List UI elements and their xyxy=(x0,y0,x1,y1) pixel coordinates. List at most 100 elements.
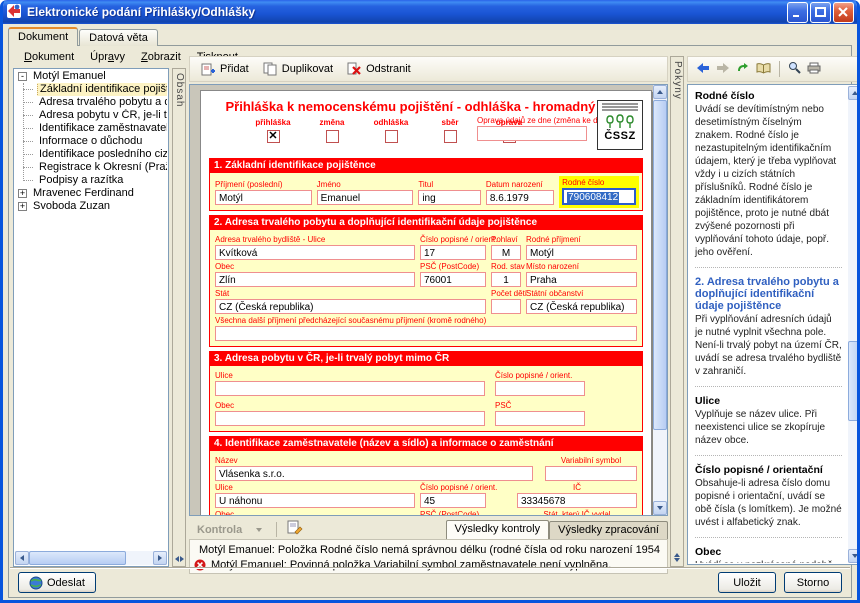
tab-vysledky-zpracovani[interactable]: Výsledky zpracování xyxy=(549,521,668,539)
s3-cp-input[interactable] xyxy=(495,381,585,396)
help-book-button[interactable] xyxy=(756,62,771,77)
scroll-down-button[interactable] xyxy=(848,549,860,563)
maximize-button[interactable] xyxy=(810,2,831,23)
save-button[interactable]: Uložit xyxy=(718,572,776,593)
checkbox-odhlaska[interactable] xyxy=(385,130,398,143)
checkbox-sber[interactable] xyxy=(444,130,457,143)
s2-obec-input[interactable]: Zlín xyxy=(215,272,415,287)
datum-narozeni-input[interactable]: 8.6.1979 xyxy=(486,190,554,205)
s3-ulice-input[interactable] xyxy=(215,381,485,396)
s4-ulice-input[interactable]: U náhonu xyxy=(215,493,415,508)
record-tree-panel: - Motýl Emanuel Základní identifikace po… xyxy=(13,68,169,567)
form-vertical-scrollbar[interactable] xyxy=(653,85,667,515)
pokyny-collapsed-panel[interactable]: Pokyny xyxy=(670,56,684,567)
jmeno-input[interactable]: Emanuel xyxy=(317,190,414,205)
cancel-button[interactable]: Storno xyxy=(784,572,842,593)
send-button[interactable]: Odeslat xyxy=(18,572,96,593)
help-toolbar xyxy=(687,56,860,82)
close-button[interactable] xyxy=(833,2,854,23)
form-page: Přihláška k nemocenskému pojištění - odh… xyxy=(200,90,652,516)
error-row[interactable]: Motýl Emanuel: Položka Rodné číslo nemá … xyxy=(194,542,663,557)
ic-input[interactable]: 33345678 xyxy=(517,493,637,508)
tab-datova-veta[interactable]: Datová věta xyxy=(79,29,158,46)
tree-root-motyl[interactable]: - Motýl Emanuel xyxy=(15,70,167,83)
tree-item-informace-o-duchodu[interactable]: Informace o důchodu xyxy=(15,135,167,148)
app-window: Elektronické podání Přihlášky/Odhlášky D… xyxy=(0,0,860,603)
print-button[interactable] xyxy=(807,62,821,77)
tree-item-podpisy-razitka[interactable]: Podpisy a razítka xyxy=(15,174,167,187)
refresh-button[interactable] xyxy=(736,62,750,77)
pocet-deti-input[interactable] xyxy=(491,299,521,314)
duplicate-icon xyxy=(263,62,278,76)
expand-icon[interactable]: + xyxy=(18,189,27,198)
section-2: 2. Adresa trvalého pobytu a doplňující i… xyxy=(209,215,643,347)
tree-root-svoboda[interactable]: + Svoboda Zuzan xyxy=(15,200,167,213)
s3-psc-input[interactable] xyxy=(495,411,585,426)
duplicate-record-button[interactable]: Duplikovat xyxy=(256,60,340,78)
edit-note-icon xyxy=(287,520,303,535)
checkbox-prihlaska[interactable]: ✕ xyxy=(267,130,280,143)
kontrola-dropdown[interactable]: Kontrola xyxy=(189,522,270,539)
tab-dokument[interactable]: Dokument xyxy=(8,27,78,46)
s2-stat-input[interactable]: CZ (Česká republika) xyxy=(215,299,486,314)
tree-item-identifikace-cizozemskeho[interactable]: Identifikace posledního cizozemského xyxy=(15,148,167,161)
back-button[interactable] xyxy=(696,62,710,77)
s2-psc-input[interactable]: 76001 xyxy=(420,272,486,287)
s3-obec-input[interactable] xyxy=(215,411,485,426)
form-type-row: přihláška✕ změna odhláška sběr oprava Op… xyxy=(209,116,643,154)
s2-cp-input[interactable]: 17 xyxy=(420,245,486,260)
rodne-cislo-input[interactable]: 790608412 xyxy=(562,188,636,205)
checkbox-zmena[interactable] xyxy=(326,130,339,143)
tree-item-adresa-pobytu[interactable]: Adresa pobytu v ČR, je-li trvalý pobyt xyxy=(15,109,167,122)
tree-item-adresa-trvaleho[interactable]: Adresa trvalého pobytu a doplňující id xyxy=(15,96,167,109)
window-title: Elektronické podání Přihlášky/Odhlášky xyxy=(27,5,787,19)
delete-record-button[interactable]: Odstranit xyxy=(340,60,418,78)
oprava-input[interactable] xyxy=(477,126,587,141)
splitter-arrows[interactable] xyxy=(175,556,184,562)
dalsi-prijmeni-input[interactable] xyxy=(215,326,637,341)
tab-page: Dokument Úpravy Zobrazit Tisknout - Motý… xyxy=(8,45,852,598)
rod-stav-input[interactable]: 1 xyxy=(491,272,521,287)
titul-input[interactable]: ing xyxy=(418,190,481,205)
collapse-icon[interactable]: - xyxy=(18,72,27,81)
prijmeni-input[interactable]: Motýl xyxy=(215,190,312,205)
forward-button[interactable] xyxy=(716,62,730,77)
scroll-down-button[interactable] xyxy=(653,501,667,515)
pohlavi-input[interactable]: M xyxy=(491,245,521,260)
scroll-right-button[interactable] xyxy=(153,551,167,565)
misto-narozeni-input[interactable]: Praha xyxy=(526,272,637,287)
tree-horizontal-scrollbar[interactable] xyxy=(15,551,167,565)
scroll-thumb[interactable] xyxy=(653,100,667,430)
help-vertical-scrollbar[interactable] xyxy=(848,86,860,563)
menu-zobrazit[interactable]: Zobrazit xyxy=(133,49,189,65)
tab-vysledky-kontroly[interactable]: Výsledky kontroly xyxy=(446,520,550,539)
tree-item-identifikace-zamestnavatele[interactable]: Identifikace zaměstnavatele a informa xyxy=(15,122,167,135)
scroll-left-button[interactable] xyxy=(15,551,29,565)
edit-note-button[interactable] xyxy=(283,520,307,539)
splitter-arrows[interactable] xyxy=(674,553,680,562)
add-icon xyxy=(201,62,216,76)
s2-ulice-input[interactable]: Kvítková xyxy=(215,245,415,260)
tulips-icon xyxy=(605,112,635,130)
s4-cp-input[interactable]: 45 xyxy=(420,493,486,508)
nazev-input[interactable]: Vlásenka s.r.o. xyxy=(215,466,533,481)
search-button[interactable] xyxy=(788,61,801,77)
delete-icon xyxy=(347,62,362,76)
obcanstvi-input[interactable]: CZ (Česká republika) xyxy=(526,299,637,314)
minimize-button[interactable] xyxy=(787,2,808,23)
document-tabs: Dokument Datová věta xyxy=(8,27,159,46)
var-symbol-input[interactable] xyxy=(545,466,637,481)
add-record-button[interactable]: Přidat xyxy=(194,60,256,78)
menu-dokument[interactable]: Dokument xyxy=(16,49,82,65)
obsah-collapsed-panel[interactable]: Obsah xyxy=(172,68,186,567)
expand-icon[interactable]: + xyxy=(18,202,27,211)
rodne-prijmeni-input[interactable]: Motýl xyxy=(526,245,637,260)
scroll-thumb[interactable] xyxy=(848,341,860,421)
scroll-up-button[interactable] xyxy=(653,85,667,99)
scroll-up-button[interactable] xyxy=(848,86,860,100)
tree-root-mravenec[interactable]: + Mravenec Ferdinand xyxy=(15,187,167,200)
tree-item-zakladni-identifikace[interactable]: Základní identifikace pojištěnce xyxy=(15,83,167,96)
scroll-thumb[interactable] xyxy=(29,551,126,565)
menu-upravy[interactable]: Úpravy xyxy=(82,49,133,65)
tree-item-registrace-sprava[interactable]: Registrace k Okresní (Pražské) správě xyxy=(15,161,167,174)
